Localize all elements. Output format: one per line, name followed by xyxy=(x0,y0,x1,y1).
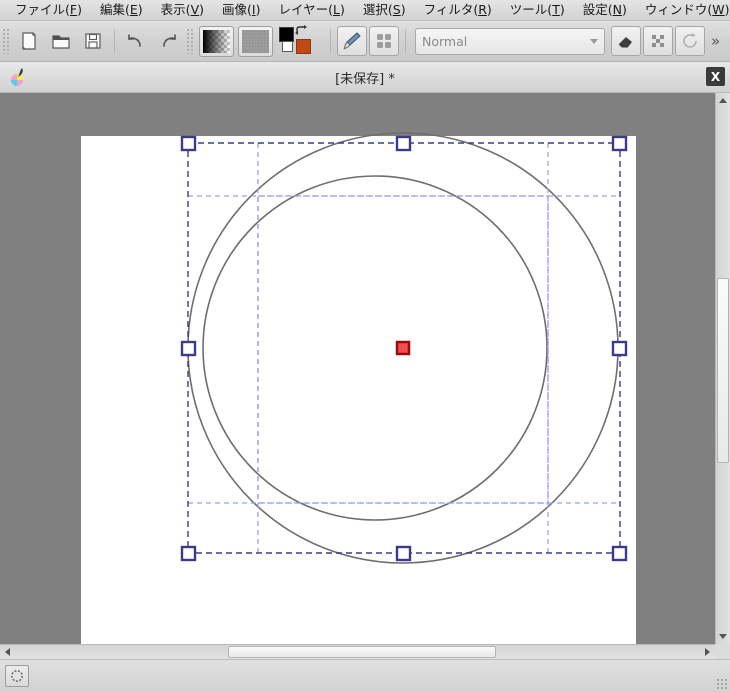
active-color-swatch[interactable] xyxy=(296,39,311,54)
horizontal-scrollbar[interactable] xyxy=(0,644,715,659)
canvas-viewport[interactable] xyxy=(0,93,715,644)
menu-file[interactable]: ファイル(F) xyxy=(6,1,91,20)
toolbar-separator-2 xyxy=(330,29,331,53)
new-document-button[interactable] xyxy=(14,26,44,56)
menu-tools[interactable]: ツール(T) xyxy=(501,1,574,20)
redo-button[interactable] xyxy=(153,26,183,56)
save-button[interactable] xyxy=(78,26,108,56)
brush-icon xyxy=(343,32,361,50)
swap-colors-icon[interactable] xyxy=(295,25,309,37)
rotate-button[interactable] xyxy=(675,26,705,56)
horizontal-scrollbar-thumb[interactable] xyxy=(228,646,496,658)
toolbar-overflow-button[interactable]: » xyxy=(706,32,725,50)
handle-middle-left[interactable] xyxy=(180,340,197,357)
handle-top-left[interactable] xyxy=(180,135,197,152)
toolbar-separator-3 xyxy=(405,29,406,53)
eraser-icon xyxy=(618,37,632,48)
scroll-left-icon[interactable] xyxy=(1,645,15,659)
handle-top-right[interactable] xyxy=(611,135,628,152)
background-color-swatch[interactable] xyxy=(282,41,293,52)
menu-settings[interactable]: 設定(N) xyxy=(574,1,636,20)
document-title-bar: [未保存] * X xyxy=(0,62,730,93)
document-title: [未保存] * xyxy=(335,71,395,87)
menu-windows[interactable]: ウィンドウ(W) xyxy=(636,1,730,20)
checker-button[interactable] xyxy=(643,26,673,56)
open-folder-button[interactable] xyxy=(46,26,76,56)
undo-button[interactable] xyxy=(121,26,151,56)
redo-arrow-icon xyxy=(163,34,176,47)
scroll-right-icon[interactable] xyxy=(700,645,714,659)
menu-select[interactable]: 選択(S) xyxy=(354,1,415,20)
transform-center-marker[interactable] xyxy=(395,340,411,356)
toolbar-grip-2[interactable] xyxy=(186,28,195,54)
new-document-icon xyxy=(22,32,36,50)
blend-mode-select[interactable]: Normal xyxy=(415,27,605,55)
scroll-down-icon[interactable] xyxy=(716,629,730,643)
toolbar-separator-1 xyxy=(114,29,115,53)
blend-mode-label: Normal xyxy=(422,33,468,49)
status-bar: 700 x 700 (4.2 MiB) 0.00˚ 79% xyxy=(0,659,730,692)
pattern-swatch-button[interactable] xyxy=(238,25,273,57)
open-folder-icon xyxy=(52,35,70,49)
gradient-swatch-button[interactable] xyxy=(199,25,234,57)
menu-image[interactable]: 画像(I) xyxy=(213,1,269,20)
handle-top-center[interactable] xyxy=(395,135,412,152)
handle-bottom-left[interactable] xyxy=(180,545,197,562)
menu-bar: ファイル(F) 編集(E) 表示(V) 画像(I) レイヤー(L) 選択(S) … xyxy=(0,0,730,21)
handle-middle-right[interactable] xyxy=(611,340,628,357)
menu-view[interactable]: 表示(V) xyxy=(152,1,213,20)
small-circle xyxy=(202,175,548,521)
gradient-swatch xyxy=(203,29,230,53)
scrollbar-corner xyxy=(715,644,730,659)
rotate-icon xyxy=(683,33,697,48)
undo-arrow-icon xyxy=(128,34,141,47)
vertical-scrollbar-thumb[interactable] xyxy=(717,278,729,463)
eraser-button[interactable] xyxy=(611,26,641,56)
canvas-overlay xyxy=(180,132,628,564)
quickmask-toggle-button[interactable] xyxy=(5,665,29,687)
foreground-color-swatch[interactable] xyxy=(279,27,294,42)
vertical-scrollbar[interactable] xyxy=(715,93,730,644)
save-floppy-icon xyxy=(85,33,101,49)
menu-layer[interactable]: レイヤー(L) xyxy=(269,1,353,20)
handle-bottom-right[interactable] xyxy=(611,545,628,562)
window-resize-grip[interactable] xyxy=(716,678,728,690)
scroll-up-icon[interactable] xyxy=(716,94,730,108)
handle-bottom-center[interactable] xyxy=(395,545,412,562)
pattern-swatch xyxy=(242,29,269,53)
tool-bar: Normal » xyxy=(0,21,730,62)
pattern-grid-button[interactable] xyxy=(369,26,399,56)
brush-button[interactable] xyxy=(337,26,367,56)
chevron-down-icon xyxy=(590,38,598,44)
color-area xyxy=(279,25,321,57)
menu-filters[interactable]: フィルタ(R) xyxy=(415,1,501,20)
checker-icon xyxy=(652,35,664,47)
toolbar-grip[interactable] xyxy=(2,28,11,54)
close-icon[interactable]: X xyxy=(706,67,725,86)
menu-edit[interactable]: 編集(E) xyxy=(91,1,152,20)
pattern-grid-icon xyxy=(377,34,391,48)
gimp-window: ファイル(F) 編集(E) 表示(V) 画像(I) レイヤー(L) 選択(S) … xyxy=(0,0,730,692)
quickmask-icon xyxy=(11,670,23,682)
